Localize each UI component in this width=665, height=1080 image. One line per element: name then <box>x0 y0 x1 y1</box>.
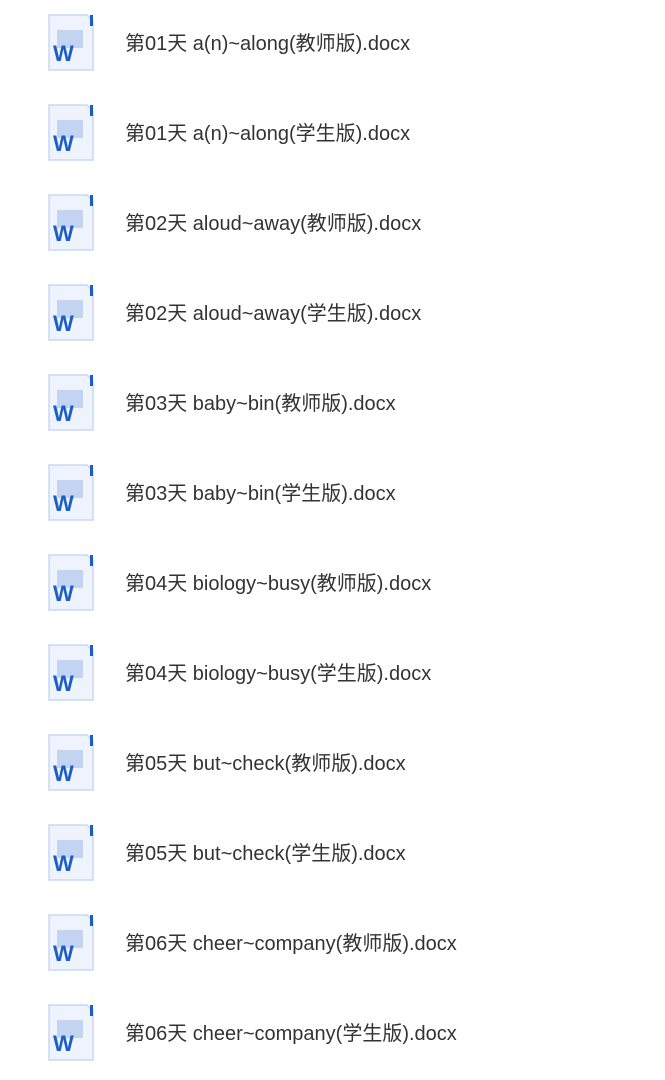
word-document-icon: W <box>47 104 95 162</box>
word-document-icon: W <box>47 284 95 342</box>
svg-text:W: W <box>53 581 74 606</box>
svg-text:W: W <box>53 671 74 696</box>
svg-text:W: W <box>53 311 74 336</box>
svg-text:W: W <box>53 41 74 66</box>
word-document-icon: W <box>47 1004 95 1062</box>
word-document-icon: W <box>47 464 95 522</box>
word-document-icon: W <box>47 554 95 612</box>
file-row[interactable]: W 第01天 a(n)~along(学生版).docx <box>0 90 665 180</box>
file-name: 第02天 aloud~away(教师版).docx <box>125 213 422 235</box>
svg-text:W: W <box>53 761 74 786</box>
file-row[interactable]: W 第03天 baby~bin(学生版).docx <box>0 450 665 540</box>
file-row[interactable]: W 第06天 cheer~company(教师版).docx <box>0 900 665 990</box>
file-name: 第03天 baby~bin(学生版).docx <box>125 483 396 505</box>
svg-text:W: W <box>53 221 74 246</box>
file-name: 第06天 cheer~company(教师版).docx <box>125 933 457 955</box>
word-document-icon: W <box>47 914 95 972</box>
svg-text:W: W <box>53 941 74 966</box>
file-row[interactable]: W 第06天 cheer~company(学生版).docx <box>0 990 665 1080</box>
file-row[interactable]: W 第01天 a(n)~along(教师版).docx <box>0 0 665 90</box>
file-row[interactable]: W 第05天 but~check(学生版).docx <box>0 810 665 900</box>
word-document-icon: W <box>47 374 95 432</box>
file-row[interactable]: W 第05天 but~check(教师版).docx <box>0 720 665 810</box>
word-document-icon: W <box>47 194 95 252</box>
file-name: 第02天 aloud~away(学生版).docx <box>125 303 422 325</box>
file-row[interactable]: W 第02天 aloud~away(学生版).docx <box>0 270 665 360</box>
file-list: W 第01天 a(n)~along(教师版).docx W 第01天 a(n)~… <box>0 0 665 1080</box>
file-row[interactable]: W 第04天 biology~busy(学生版).docx <box>0 630 665 720</box>
file-row[interactable]: W 第04天 biology~busy(教师版).docx <box>0 540 665 630</box>
word-document-icon: W <box>47 824 95 882</box>
file-name: 第04天 biology~busy(教师版).docx <box>125 573 432 595</box>
word-document-icon: W <box>47 644 95 702</box>
file-name: 第05天 but~check(学生版).docx <box>125 843 406 865</box>
svg-text:W: W <box>53 851 74 876</box>
file-name: 第06天 cheer~company(学生版).docx <box>125 1023 457 1045</box>
word-document-icon: W <box>47 734 95 792</box>
file-row[interactable]: W 第03天 baby~bin(教师版).docx <box>0 360 665 450</box>
svg-text:W: W <box>53 1031 74 1056</box>
file-row[interactable]: W 第02天 aloud~away(教师版).docx <box>0 180 665 270</box>
svg-text:W: W <box>53 401 74 426</box>
svg-text:W: W <box>53 131 74 156</box>
file-name: 第05天 but~check(教师版).docx <box>125 753 406 775</box>
file-name: 第01天 a(n)~along(学生版).docx <box>125 123 411 145</box>
file-name: 第04天 biology~busy(学生版).docx <box>125 663 432 685</box>
word-document-icon: W <box>47 14 95 72</box>
svg-text:W: W <box>53 491 74 516</box>
file-name: 第01天 a(n)~along(教师版).docx <box>125 33 411 55</box>
file-name: 第03天 baby~bin(教师版).docx <box>125 393 396 415</box>
